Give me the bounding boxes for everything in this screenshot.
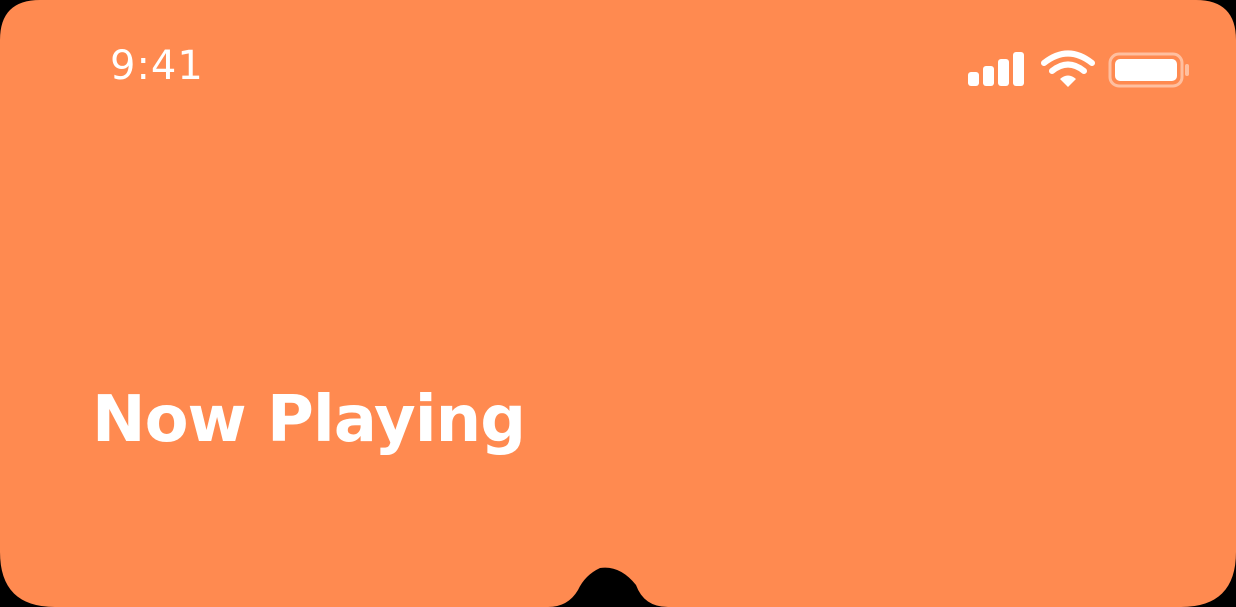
status-icons [966, 50, 1196, 90]
status-time: 9:41 [110, 43, 204, 89]
page-title: Now Playing [92, 383, 526, 457]
battery-icon [1108, 52, 1189, 88]
status-bar: 9:41 [0, 0, 1236, 120]
now-playing-header: 9:41 Now Playing [0, 0, 1236, 607]
signal-icon [968, 52, 1024, 86]
wifi-icon [1041, 50, 1095, 87]
